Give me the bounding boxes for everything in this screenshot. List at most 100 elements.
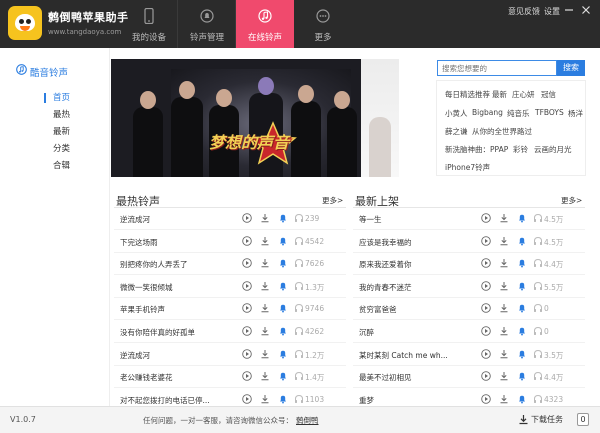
tag-item[interactable]: 杨洋 <box>568 108 583 119</box>
play-icon[interactable] <box>481 348 491 359</box>
play-icon[interactable] <box>481 371 491 381</box>
bell-icon[interactable] <box>278 213 288 223</box>
tag-item[interactable]: 最新 <box>492 89 507 100</box>
close-icon[interactable] <box>580 4 592 16</box>
bell-icon[interactable] <box>517 303 527 313</box>
tag-item[interactable]: 薛之谦 <box>445 126 468 137</box>
play-icon[interactable] <box>242 235 252 246</box>
tag-item[interactable]: 彩铃 <box>513 144 528 155</box>
ringtone-row[interactable]: 沉醉 0 <box>353 321 585 343</box>
play-icon[interactable] <box>481 281 491 291</box>
tag-item[interactable]: TFBOYS <box>535 108 564 117</box>
tag-item[interactable]: 小黄人 <box>445 108 468 119</box>
bell-icon[interactable] <box>278 281 288 291</box>
play-icon[interactable] <box>242 371 252 381</box>
search-box[interactable] <box>437 60 557 76</box>
tag-item[interactable]: 冠信 <box>541 89 556 100</box>
tag-item[interactable]: 庄心妍 <box>512 89 535 100</box>
sidebar-item-category[interactable]: 分类 <box>53 142 70 154</box>
download-icon[interactable] <box>260 281 270 291</box>
bell-icon[interactable] <box>278 349 288 359</box>
download-icon[interactable] <box>260 236 270 246</box>
download-icon[interactable] <box>499 349 509 359</box>
sidebar-item-home[interactable]: 首页 <box>53 91 70 103</box>
bell-icon[interactable] <box>278 326 288 336</box>
tab-ringtone-manage[interactable]: 铃声管理 <box>178 0 236 48</box>
bell-icon[interactable] <box>278 303 288 313</box>
play-icon[interactable] <box>242 213 252 223</box>
tab-my-device[interactable]: 我的设备 <box>120 0 178 48</box>
latest-more-link[interactable]: 更多> <box>561 195 582 206</box>
ringtone-row[interactable]: 贫穷富爸爸 0 <box>353 298 585 321</box>
download-icon[interactable] <box>260 394 270 404</box>
ringtone-row[interactable]: 原来我还爱着你 4.4万 <box>353 253 585 276</box>
feedback-link[interactable]: 意见反馈 <box>508 6 540 17</box>
ringtone-row[interactable]: 逆流成河 1.2万 <box>114 344 346 366</box>
play-icon[interactable] <box>481 258 491 268</box>
play-icon[interactable] <box>481 213 491 223</box>
search-input[interactable] <box>442 63 552 73</box>
download-icon[interactable] <box>260 371 270 381</box>
ringtone-row[interactable]: 别把疼你的人弄丢了 7626 <box>114 253 346 276</box>
ringtone-row[interactable]: 苹果手机铃声 9746 <box>114 298 346 321</box>
hot-more-link[interactable]: 更多> <box>322 195 343 206</box>
download-icon[interactable] <box>499 258 509 268</box>
download-icon[interactable] <box>260 303 270 313</box>
bell-icon[interactable] <box>278 258 288 268</box>
bell-icon[interactable] <box>517 394 527 404</box>
play-icon[interactable] <box>242 281 252 291</box>
download-icon[interactable] <box>499 394 509 404</box>
play-icon[interactable] <box>481 326 491 336</box>
bell-icon[interactable] <box>517 371 527 381</box>
search-button[interactable]: 搜索 <box>557 60 585 76</box>
tag-item[interactable]: 纯音乐 <box>507 108 530 119</box>
sidebar-item-new[interactable]: 最新 <box>53 125 70 137</box>
tag-item[interactable]: Bigbang <box>472 108 503 117</box>
tab-online-ringtone[interactable]: 在线铃声 <box>236 0 294 48</box>
download-icon[interactable] <box>260 213 270 223</box>
download-icon[interactable] <box>260 349 270 359</box>
download-task-button[interactable]: 下载任务 <box>531 414 563 425</box>
play-icon[interactable] <box>242 394 252 404</box>
bell-icon[interactable] <box>517 258 527 268</box>
ringtone-row[interactable]: 老公赚钱老婆花 1.4万 <box>114 366 346 389</box>
download-icon[interactable] <box>499 371 509 381</box>
settings-link[interactable]: 设置 <box>544 6 560 17</box>
sidebar-item-hot[interactable]: 最热 <box>53 108 70 120</box>
tag-item[interactable]: 云画的月光 <box>534 144 572 155</box>
ringtone-row[interactable]: 应该是我幸福的 4.5万 <box>353 231 585 253</box>
play-icon[interactable] <box>481 235 491 246</box>
ringtone-row[interactable]: 逆流成河 239 <box>114 208 346 230</box>
bell-icon[interactable] <box>278 371 288 381</box>
bell-icon[interactable] <box>278 236 288 246</box>
play-icon[interactable] <box>242 303 252 314</box>
promo-banner[interactable]: 梦想的声音 <box>111 59 399 177</box>
play-icon[interactable] <box>242 326 252 336</box>
download-icon[interactable] <box>260 258 270 268</box>
ringtone-row[interactable]: 微微一笑很倾城 1.3万 <box>114 276 346 298</box>
tab-more[interactable]: 更多 <box>294 0 352 48</box>
tag-item[interactable]: 每日精选推荐 <box>445 89 490 100</box>
download-icon[interactable] <box>499 213 509 223</box>
bell-icon[interactable] <box>517 349 527 359</box>
download-icon[interactable] <box>499 303 509 313</box>
play-icon[interactable] <box>242 258 252 268</box>
tag-item[interactable]: 新洗脑神曲：PPAP <box>445 144 508 155</box>
bell-icon[interactable] <box>517 213 527 223</box>
play-icon[interactable] <box>481 303 491 314</box>
ringtone-row[interactable]: 没有你陪伴真的好孤单 4262 <box>114 321 346 343</box>
play-icon[interactable] <box>242 348 252 359</box>
minimize-icon[interactable] <box>563 4 575 16</box>
bell-icon[interactable] <box>517 281 527 291</box>
tag-item[interactable]: iPhone7铃声 <box>445 162 490 173</box>
play-icon[interactable] <box>481 394 491 404</box>
ringtone-row[interactable]: 下完这场雨 4542 <box>114 231 346 253</box>
download-icon[interactable] <box>499 326 509 336</box>
download-icon[interactable] <box>499 236 509 246</box>
download-icon[interactable] <box>499 281 509 291</box>
ringtone-row[interactable]: 某时某刻 Catch me wh... 3.5万 <box>353 344 585 366</box>
wechat-account-link[interactable]: 鹩倒鸭 <box>296 415 319 426</box>
bell-icon[interactable] <box>517 236 527 246</box>
tag-item[interactable]: 从你的全世界路过 <box>472 126 532 137</box>
bell-icon[interactable] <box>278 394 288 404</box>
